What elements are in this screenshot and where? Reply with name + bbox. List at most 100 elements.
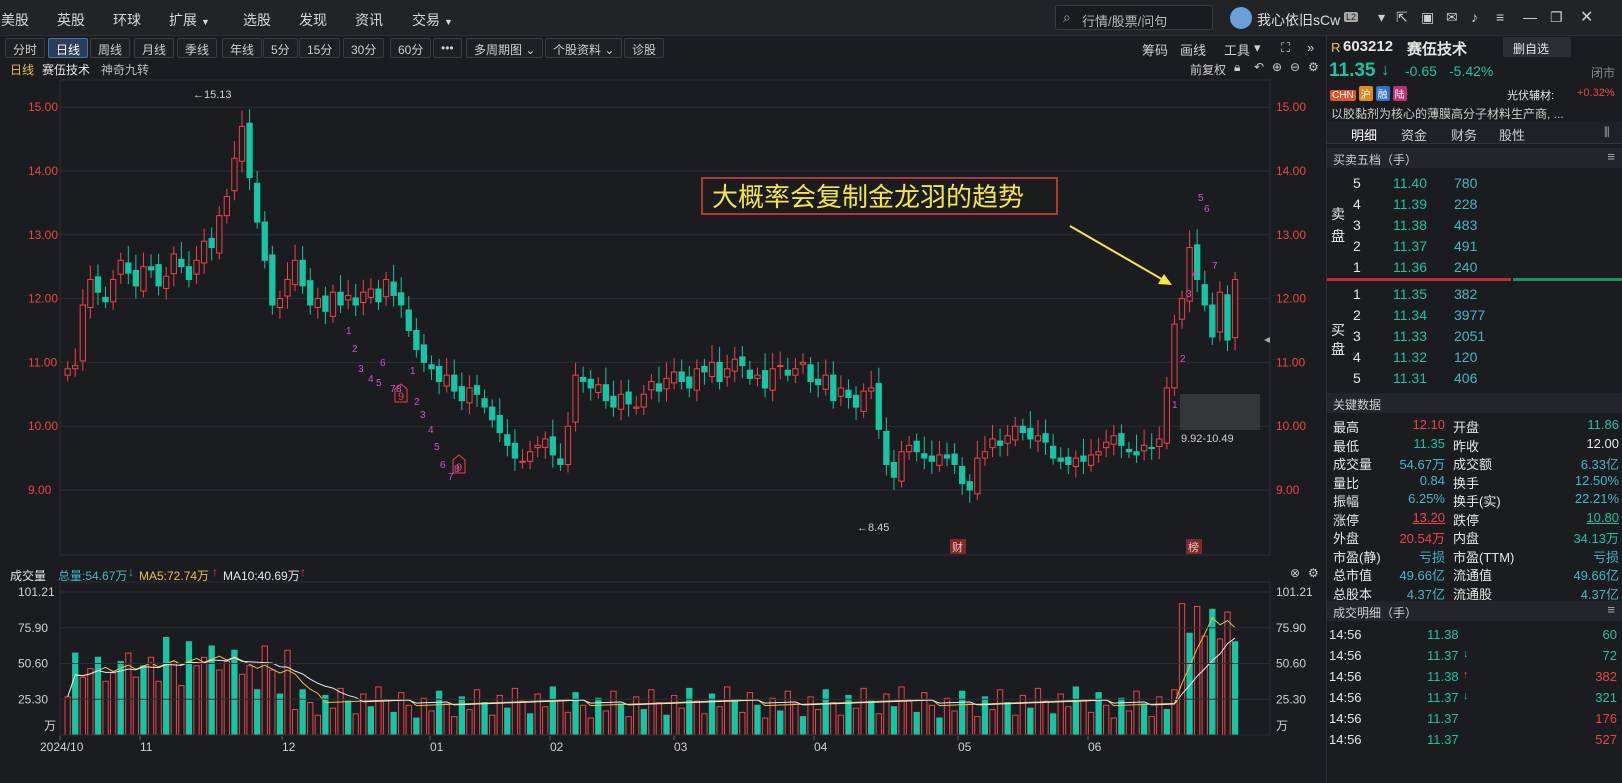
tab-2[interactable]: 财务: [1451, 125, 1477, 144]
volume-bar: [1133, 690, 1140, 736]
candle-body: [852, 394, 860, 408]
bell-icon[interactable]: ♪: [1471, 9, 1478, 25]
volume-bar: [640, 709, 647, 736]
volume-bar: [792, 703, 799, 736]
detail-tabs: 明细 资金 财务 股性: [1327, 122, 1622, 144]
volume-bar: [1110, 717, 1117, 736]
bids-level[interactable]: 2 11.34 3977: [1327, 305, 1622, 326]
menu-icon[interactable]: ≡: [1607, 602, 1615, 617]
asks-level[interactable]: 4 11.39 228: [1327, 194, 1622, 215]
tab-3[interactable]: 股性: [1499, 125, 1525, 144]
bids-level[interactable]: 4 11.32 120: [1327, 347, 1622, 368]
volume-bar: [739, 711, 746, 736]
market-status: 闭市: [1591, 66, 1616, 80]
volume-bar: [185, 641, 193, 736]
candle-body: [1057, 457, 1064, 462]
close-icon[interactable]: ✕: [1580, 7, 1593, 27]
nine-turn-mark: 1: [410, 366, 416, 377]
candle-body: [329, 291, 337, 317]
volume-bar: [1087, 711, 1095, 736]
candle-body: [307, 280, 314, 306]
nine-turn-mark: 2: [352, 344, 358, 355]
nine-turn-mark: 6: [1204, 204, 1210, 215]
candle-body: [1004, 435, 1011, 444]
restore-icon[interactable]: ❐: [1550, 9, 1563, 26]
asks-level[interactable]: 1 11.36 240: [1327, 257, 1622, 278]
tab-0[interactable]: 明细: [1351, 125, 1377, 144]
export-icon[interactable]: ⇱: [1396, 9, 1408, 26]
price-tick-left: 10.00: [28, 419, 58, 433]
asks-level[interactable]: 5 11.40 780: [1327, 173, 1622, 194]
tag-badge: 沪: [1358, 86, 1373, 101]
candle-body: [216, 215, 223, 254]
shirt-icon[interactable]: ▣: [1421, 9, 1434, 26]
close-panel-icon[interactable]: ⊗: [1290, 566, 1300, 580]
volume-bar: [1148, 716, 1155, 736]
volume-bar: [496, 694, 503, 736]
volume-bar: [451, 716, 458, 736]
range-label: 9.92-10.49: [1181, 433, 1234, 445]
volume-bar: [959, 690, 966, 736]
menu-icon[interactable]: ≡: [1496, 9, 1504, 25]
volume-bar: [974, 716, 981, 736]
bids-level[interactable]: 1 11.35 382: [1327, 284, 1622, 305]
asks-level[interactable]: 3 11.38 483: [1327, 215, 1622, 236]
volume-bar: [382, 699, 390, 736]
settings-icon[interactable]: ⚙: [1308, 566, 1319, 580]
asks-level[interactable]: 2 11.37 491: [1327, 236, 1622, 257]
candle-body: [337, 291, 344, 306]
pct-change: -5.42%: [1449, 63, 1494, 79]
low-label: ←8.45: [857, 522, 889, 534]
volume-bar: [109, 672, 117, 736]
stock-code: 603212: [1343, 38, 1394, 55]
chevron-down-icon[interactable]: ▾: [1378, 9, 1385, 26]
company-desc[interactable]: 以胶黏剂为核心的薄膜高分子材料生产商, ...: [1331, 105, 1564, 122]
mail-icon[interactable]: ✉: [1446, 9, 1458, 26]
volume-bar: [784, 690, 791, 736]
x-axis-label: 04: [814, 740, 828, 754]
last-price: 11.35: [1329, 60, 1376, 81]
candle-body: [435, 365, 443, 383]
volume-tick-right: 75.90: [1276, 621, 1306, 635]
volume-bar: [943, 697, 951, 736]
candle-body: [974, 457, 981, 495]
candle-body: [443, 374, 450, 387]
volume-bar: [147, 656, 155, 736]
margin-flag: R: [1331, 40, 1341, 55]
keydata-row: 振幅 6.25% 换手(实) 22.21%: [1333, 491, 1619, 509]
volume-bar: [579, 704, 587, 736]
candle-body: [1087, 454, 1095, 466]
volume-tick-right: 101.21: [1276, 585, 1313, 599]
volume-bar: [413, 717, 420, 736]
sector-label[interactable]: 光伏辅材:: [1507, 87, 1554, 103]
keydata-row: 总股本 4.37亿 流通股 4.37亿: [1333, 586, 1619, 602]
kline-chart[interactable]: 15.00 14.00 13.00 12.00 11.00 10.00 9.00 15.00…: [0, 0, 1322, 783]
volume-bar: [337, 687, 344, 736]
volume-bars: [64, 603, 1239, 736]
candle-body: [595, 384, 602, 393]
price-axis-left: 15.00 14.00 13.00 12.00 11.00 10.00 9.00: [28, 100, 58, 497]
layout-icon[interactable]: ⫼: [1604, 125, 1610, 140]
range-box: [1180, 394, 1260, 430]
tab-1[interactable]: 资金: [1401, 125, 1427, 144]
candle-body: [1231, 278, 1239, 339]
keydata-row: 量比 0.84 换手 12.50%: [1333, 472, 1619, 491]
remove-watch-button[interactable]: 删自选: [1503, 37, 1571, 57]
candle-body: [428, 364, 435, 370]
volume-bar: [443, 703, 450, 736]
bids-level[interactable]: 3 11.33 2051: [1327, 326, 1622, 347]
menu-icon[interactable]: ≡: [1607, 149, 1615, 164]
volume-bar: [708, 693, 716, 736]
candle-body: [1171, 323, 1178, 389]
candle-body: [792, 368, 799, 376]
minimize-icon[interactable]: —: [1523, 9, 1537, 25]
volume-bar: [1156, 696, 1163, 736]
keydata-row: 外盘 20.54万 内盘 34.13万: [1333, 531, 1619, 546]
candle-body: [458, 386, 465, 402]
price-tick-right: 10.00: [1276, 419, 1306, 433]
volume-bar: [72, 652, 79, 736]
volume-ma10: MA10:40.69万: [223, 569, 300, 583]
tag-badge: CHN: [1330, 90, 1356, 101]
volume-bar: [1201, 635, 1208, 736]
bids-level[interactable]: 5 11.31 406: [1327, 368, 1622, 389]
